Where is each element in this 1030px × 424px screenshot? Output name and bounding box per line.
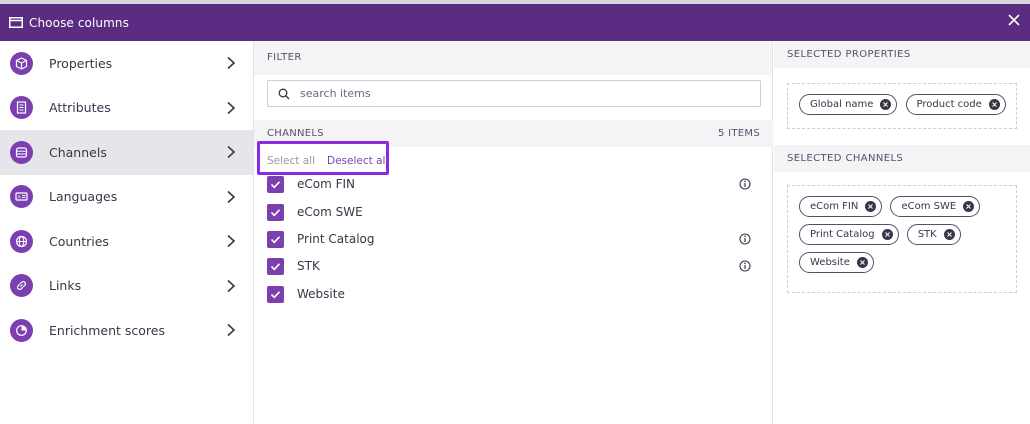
- info-icon[interactable]: [739, 233, 751, 245]
- sidebar-item-label: Channels: [49, 144, 107, 160]
- sidebar-item-label: Links: [49, 278, 82, 294]
- chip-website: Website: [799, 252, 874, 273]
- cube-icon: [10, 51, 33, 75]
- search-icon: [278, 88, 290, 99]
- chevron-right-icon: [227, 324, 236, 337]
- chip-print-catalog: Print Catalog: [799, 224, 899, 245]
- sidebar-item-languages[interactable]: A Languages: [0, 175, 253, 220]
- sidebar-item-label: Countries: [49, 233, 109, 249]
- remove-icon[interactable]: [856, 257, 868, 268]
- channel-item-website[interactable]: Website: [267, 284, 761, 304]
- chevron-right-icon: [227, 279, 236, 292]
- channel-label: eCom FIN: [297, 177, 356, 191]
- search-box[interactable]: [267, 80, 761, 107]
- category-sidebar: Properties Attributes Channels A Languag…: [0, 41, 254, 424]
- item-count: 5 ITEMS: [718, 128, 760, 139]
- remove-icon[interactable]: [943, 229, 955, 240]
- sidebar-item-properties[interactable]: Properties: [0, 41, 253, 86]
- chip-label: Print Catalog: [810, 229, 875, 240]
- channel-item-stk[interactable]: STK: [267, 256, 761, 276]
- close-icon[interactable]: [1006, 12, 1022, 28]
- chip-label: eCom FIN: [810, 201, 859, 212]
- selected-properties-heading: SELECTED PROPERTIES: [774, 41, 1030, 68]
- document-list-icon: [10, 96, 33, 120]
- sidebar-item-label: Languages: [49, 189, 118, 205]
- channels-heading: CHANNELS: [267, 128, 324, 139]
- sidebar-item-links[interactable]: Links: [0, 264, 253, 309]
- remove-icon[interactable]: [963, 201, 975, 212]
- info-icon[interactable]: [739, 260, 751, 272]
- channel-label: Website: [297, 287, 345, 301]
- remove-icon[interactable]: [881, 229, 893, 240]
- checkbox-checked[interactable]: [267, 203, 284, 221]
- chip-ecom-swe: eCom SWE: [890, 196, 981, 217]
- remove-icon[interactable]: [988, 99, 1000, 110]
- chip-ecom-fin: eCom FIN: [799, 196, 883, 217]
- select-all-link[interactable]: Select all: [267, 155, 315, 167]
- chevron-right-icon: [227, 235, 236, 248]
- selected-channels-box: eCom FIN eCom SWE Print Catalog STK Webs…: [787, 185, 1017, 293]
- sidebar-item-label: Properties: [49, 55, 113, 71]
- channel-item-print-catalog[interactable]: Print Catalog: [267, 229, 761, 249]
- modal-header: Choose columns: [0, 4, 1030, 41]
- modal-title: Choose columns: [29, 15, 129, 30]
- chip-label: STK: [917, 229, 937, 240]
- checkbox-checked[interactable]: [267, 175, 284, 193]
- channel-label: STK: [297, 259, 320, 273]
- channel-label: Print Catalog: [297, 232, 375, 246]
- link-icon: [10, 274, 33, 298]
- channel-item-ecom-swe[interactable]: eCom SWE: [267, 202, 761, 222]
- deselect-all-link[interactable]: Deselect all: [327, 155, 388, 167]
- chip-label: eCom SWE: [901, 201, 957, 212]
- selected-properties-box: Global name Product code: [787, 83, 1017, 129]
- info-icon[interactable]: [739, 178, 751, 190]
- language-icon: A: [10, 185, 33, 209]
- channel-label: eCom SWE: [297, 205, 363, 219]
- filter-panel: FILTER CHANNELS 5 ITEMS Select all Desel…: [254, 41, 773, 424]
- channel-item-ecom-fin[interactable]: eCom FIN: [267, 174, 761, 194]
- selected-channels-heading: SELECTED CHANNELS: [774, 145, 1030, 172]
- channels-icon: [10, 140, 33, 164]
- sidebar-item-enrichment-scores[interactable]: Enrichment scores: [0, 308, 253, 353]
- sidebar-item-attributes[interactable]: Attributes: [0, 86, 253, 131]
- checkbox-checked[interactable]: [267, 257, 284, 275]
- chevron-right-icon: [227, 57, 236, 70]
- pie-chart-icon: [10, 318, 33, 342]
- remove-icon[interactable]: [865, 201, 877, 212]
- chevron-right-icon: [227, 101, 236, 114]
- checkbox-checked[interactable]: [267, 230, 284, 248]
- checkbox-checked[interactable]: [267, 285, 284, 303]
- sidebar-item-label: Enrichment scores: [49, 322, 165, 338]
- table-columns-icon: [9, 17, 23, 28]
- sidebar-item-label: Attributes: [49, 100, 111, 116]
- chip-global-name: Global name: [799, 94, 898, 115]
- chevron-right-icon: [227, 146, 236, 159]
- sidebar-item-countries[interactable]: Countries: [0, 219, 253, 264]
- globe-icon: [10, 229, 33, 253]
- chip-stk: STK: [906, 224, 961, 245]
- chip-label: Global name: [810, 99, 874, 110]
- chip-label: Website: [810, 257, 850, 268]
- filter-heading: FILTER: [254, 41, 772, 75]
- chip-label: Product code: [916, 99, 982, 110]
- sidebar-item-channels[interactable]: Channels: [0, 130, 253, 175]
- chevron-right-icon: [227, 190, 236, 203]
- search-input[interactable]: [300, 87, 740, 100]
- remove-icon[interactable]: [880, 99, 892, 110]
- chip-product-code: Product code: [905, 94, 1006, 115]
- selected-panel: SELECTED PROPERTIES Global name Product …: [774, 41, 1030, 424]
